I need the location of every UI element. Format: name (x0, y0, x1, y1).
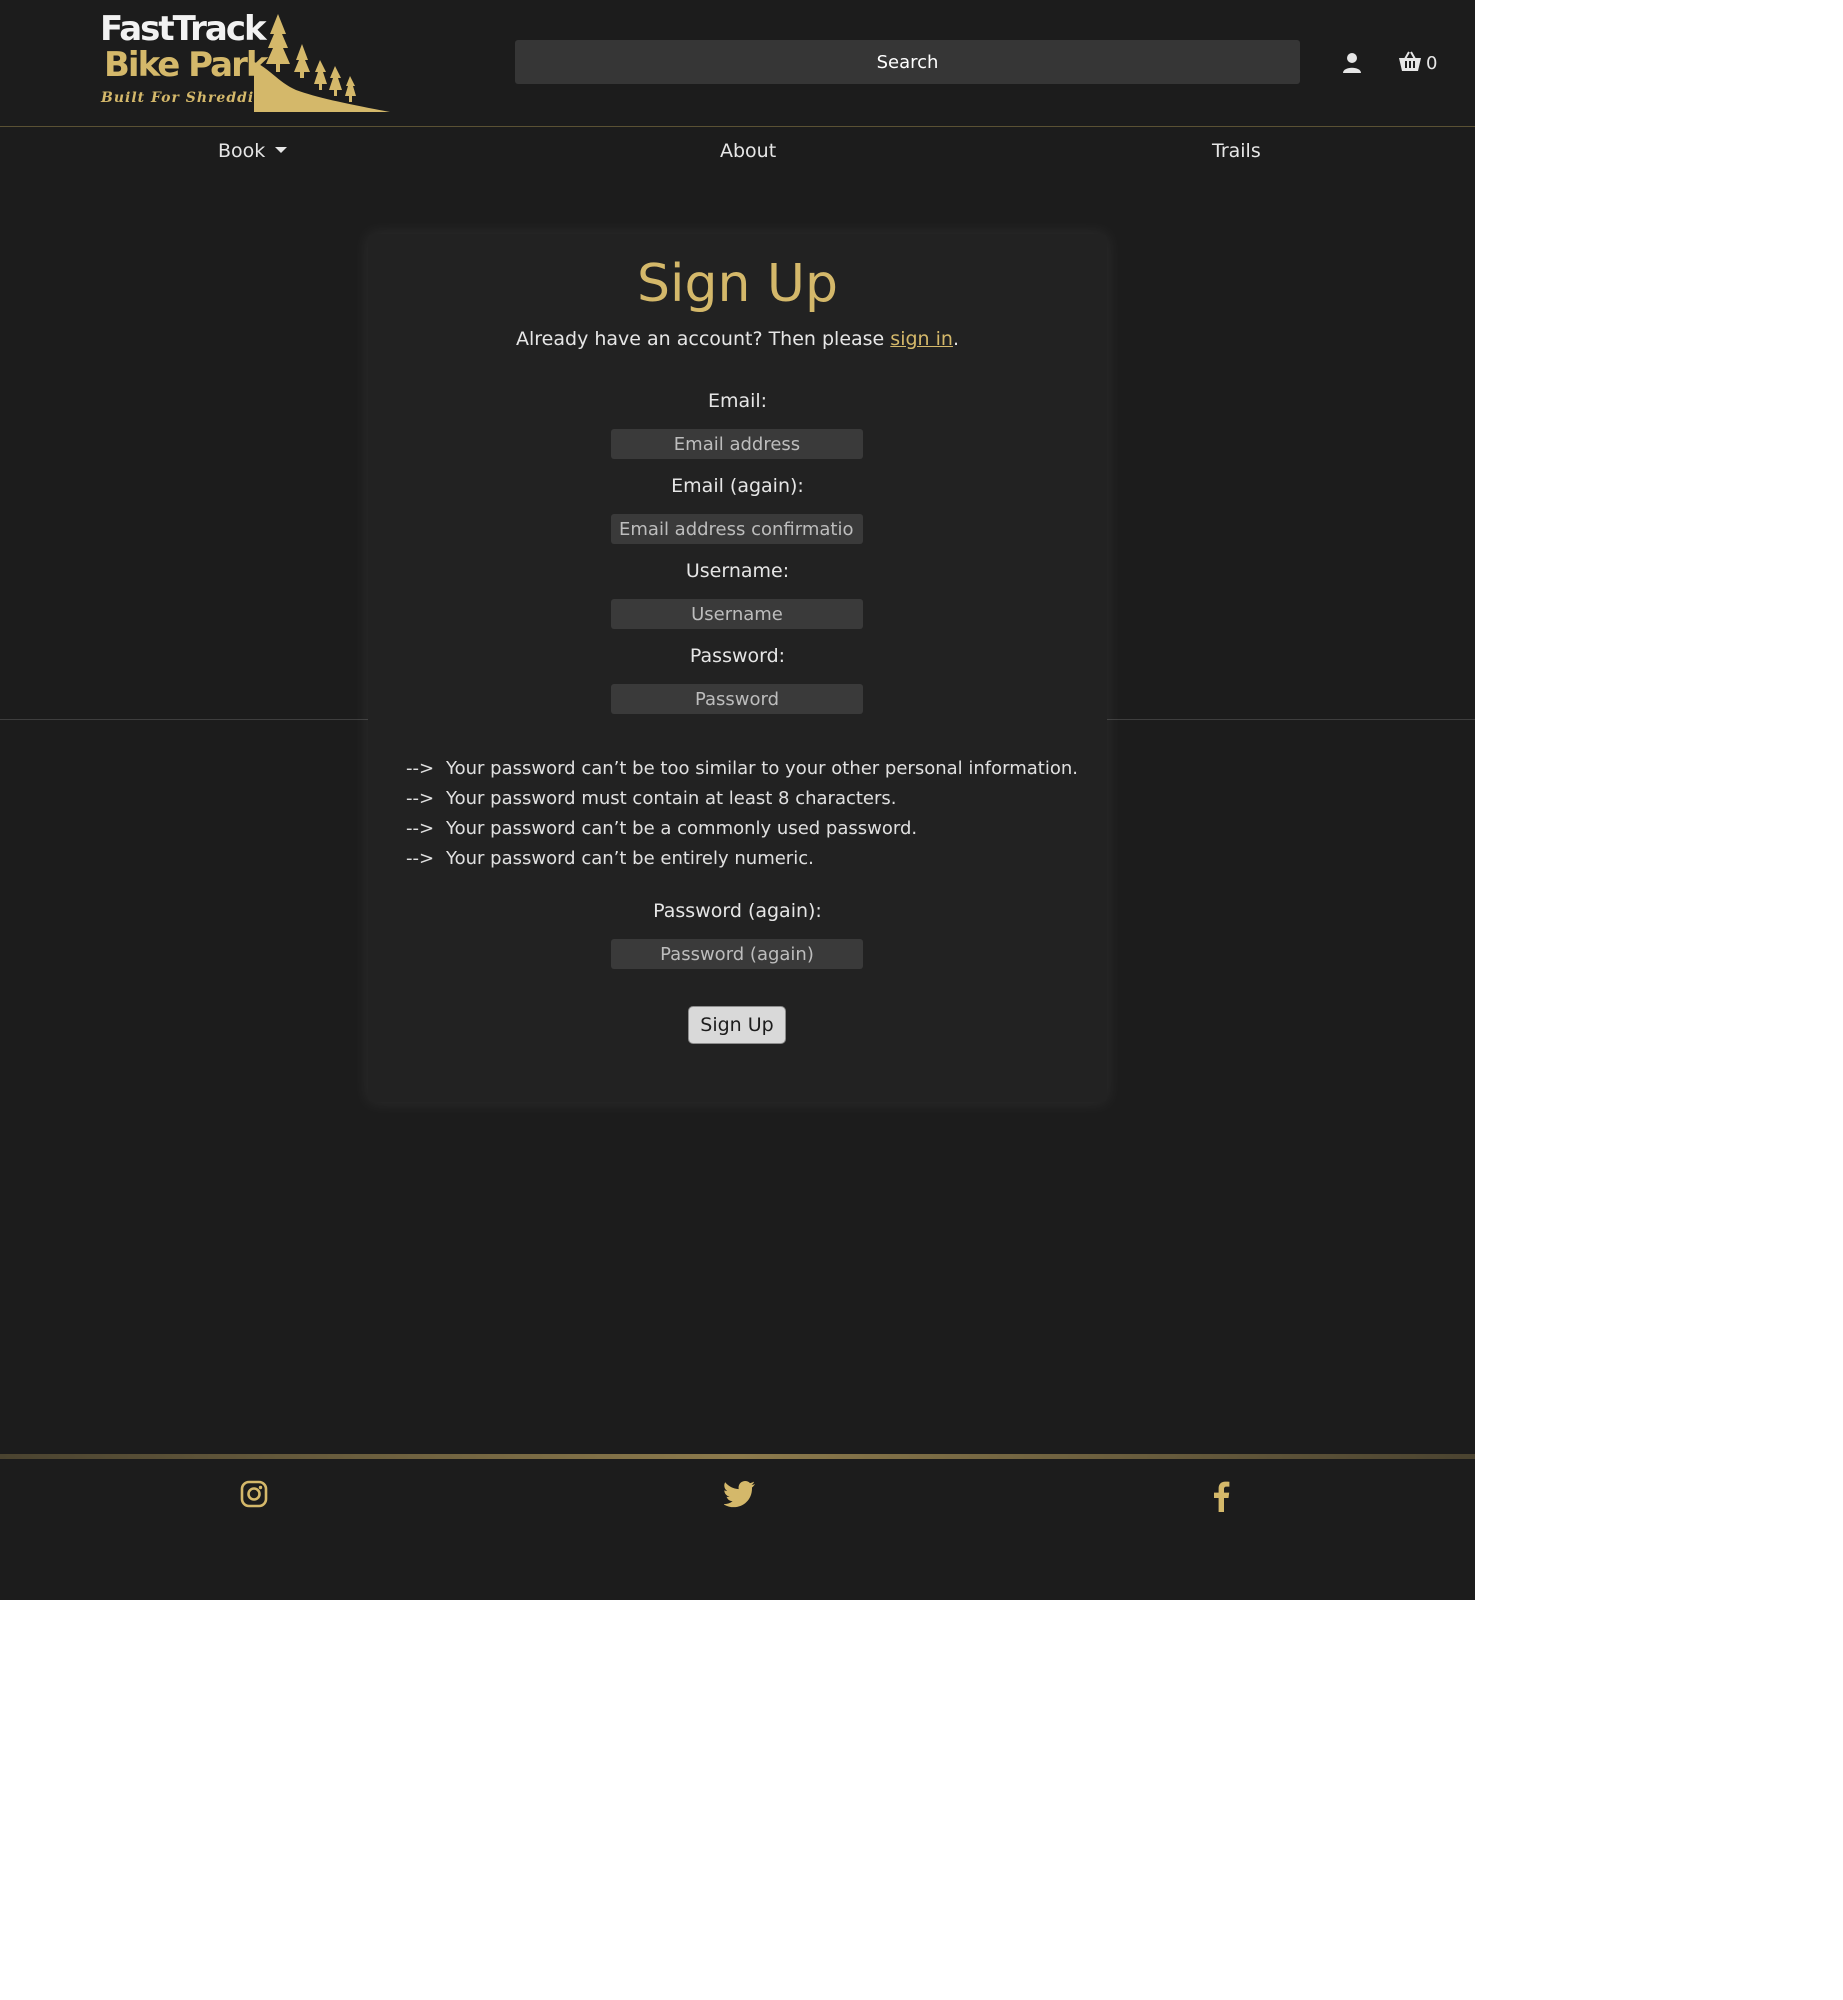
arrow-bullet: --> (406, 788, 435, 809)
main-nav: Book About Trails (0, 126, 1475, 176)
email-field[interactable] (611, 429, 863, 459)
help-text: Your password can’t be too similar to yo… (446, 758, 1078, 779)
password-field[interactable] (611, 684, 863, 714)
cart-count: 0 (1426, 52, 1438, 74)
arrow-bullet: --> (406, 848, 435, 869)
footer-divider (0, 1454, 1475, 1459)
signin-prompt-suffix: . (952, 328, 959, 350)
facebook-icon[interactable] (1212, 1480, 1230, 1516)
username-label: Username: (685, 560, 790, 582)
list-item: --> Your password can’t be a commonly use… (406, 814, 1086, 844)
password-help-list: --> Your password can’t be too similar to… (406, 754, 1086, 874)
signin-prompt: Already have an account? Then please sig… (368, 328, 1107, 350)
logo-line-2: Bike Park (104, 45, 268, 85)
username-field[interactable] (611, 599, 863, 629)
help-text: Your password can’t be entirely numeric. (446, 848, 814, 869)
email-confirm-label: Email (again): (671, 475, 804, 497)
nav-book-dropdown[interactable]: Book (218, 140, 288, 162)
password-confirm-field[interactable] (611, 939, 863, 969)
twitter-icon[interactable] (723, 1480, 756, 1512)
search-input[interactable] (515, 40, 1300, 84)
list-item: --> Your password can’t be too similar to… (406, 754, 1086, 784)
hill-trees-logo-graphic (254, 14, 390, 112)
help-text: Your password can’t be a commonly used p… (446, 818, 918, 839)
list-item: --> Your password must contain at least 8… (406, 784, 1086, 814)
page-title: Sign Up (636, 254, 839, 314)
password-label: Password: (689, 645, 786, 667)
cart-button[interactable]: 0 (1398, 50, 1437, 76)
user-icon[interactable] (1340, 51, 1364, 75)
logo-line-1: FastTrack (100, 9, 267, 49)
list-item: --> Your password can’t be entirely numer… (406, 844, 1086, 874)
signup-button[interactable]: Sign Up (688, 1006, 786, 1044)
signin-prompt-text: Already have an account? Then please (516, 328, 891, 350)
nav-book-label: Book (218, 140, 266, 162)
page: FastTrack Bike Park Built For Shredding (0, 0, 1475, 1600)
nav-about[interactable]: About (720, 140, 776, 162)
nav-trails[interactable]: Trails (1212, 140, 1261, 162)
email-label: Email: (707, 390, 768, 412)
caret-down-icon (275, 146, 288, 153)
arrow-bullet: --> (406, 758, 435, 779)
site-header: FastTrack Bike Park Built For Shredding (0, 0, 1475, 127)
signin-link[interactable]: sign in (890, 328, 953, 350)
logo[interactable]: FastTrack Bike Park Built For Shredding (98, 12, 390, 112)
password-confirm-label: Password (again): (653, 900, 822, 922)
basket-icon (1398, 50, 1422, 76)
help-text: Your password must contain at least 8 ch… (446, 788, 897, 809)
instagram-icon[interactable] (240, 1480, 268, 1512)
signup-card: Sign Up Already have an account? Then pl… (368, 234, 1107, 1102)
email-confirm-field[interactable] (611, 514, 863, 544)
arrow-bullet: --> (406, 818, 435, 839)
